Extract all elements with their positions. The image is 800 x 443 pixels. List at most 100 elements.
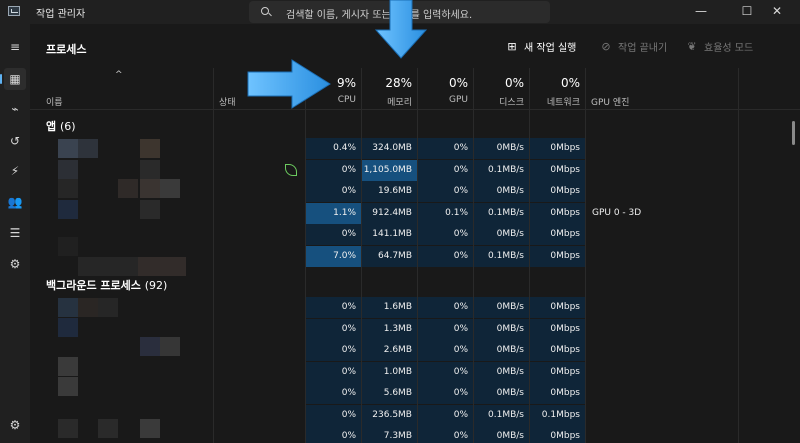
mem-cell: 1.3MB <box>362 318 417 340</box>
disk-cell: 0.1MB/s <box>474 404 529 426</box>
efficiency-mode-leaf-icon <box>285 163 297 176</box>
gpu-total-percent[interactable]: 0% <box>418 76 468 90</box>
column-header-gpu[interactable]: GPU <box>418 95 468 105</box>
table-row[interactable]: 0% 1.0MB 0% 0MB/s 0Mbps <box>30 361 800 384</box>
gpu-cell: 0% <box>418 181 473 202</box>
table-row[interactable]: 0.4% 324.0MB 0% 0MB/s 0Mbps <box>30 138 800 160</box>
table-row[interactable]: 0% 5.6MB 0% 0MB/s 0Mbps <box>30 383 800 405</box>
net-cell: 0Mbps <box>530 138 585 159</box>
gpu-engine-cell: GPU 0 - 3D <box>592 207 642 218</box>
mem-cell: 2.6MB <box>362 340 417 361</box>
hamburger-menu-icon[interactable]: ≡ <box>4 36 26 58</box>
new-task-button[interactable]: ⊞ 새 작업 실행 <box>506 39 576 54</box>
disk-cell: 0.1MB/s <box>474 245 529 267</box>
cpu-cell: 0.4% <box>306 138 361 159</box>
close-button[interactable]: ✕ <box>754 0 800 24</box>
column-header-row: ^ 이름 상태 9% CPU 28% 메모리 0% GPU 0% 디스크 0% … <box>30 68 800 110</box>
column-header-cpu[interactable]: CPU <box>306 95 356 105</box>
table-row[interactable]: 0% 141.1MB 0% 0MB/s 0Mbps <box>30 224 800 246</box>
table-row[interactable]: 0% 1.6MB 0% 0MB/s 0Mbps <box>30 297 800 319</box>
mem-cell: 64.7MB <box>362 245 417 267</box>
net-cell: 0Mbps <box>530 361 585 383</box>
startup-apps-icon[interactable]: ⚡ <box>4 160 26 182</box>
column-header-memory[interactable]: 메모리 <box>362 95 412 108</box>
gpu-cell: 0% <box>418 404 473 426</box>
window-title: 작업 관리자 <box>36 9 86 20</box>
new-task-icon: ⊞ <box>507 40 517 53</box>
table-row[interactable]: 0% 19.6MB 0% 0MB/s 0Mbps <box>30 181 800 203</box>
table-row[interactable]: 0% 236.5MB 0% 0.1MB/s 0.1Mbps <box>30 404 800 427</box>
end-task-button[interactable]: ⊘ 작업 끝내기 <box>600 39 667 54</box>
column-header-gpu-engine[interactable]: GPU 엔진 <box>591 95 629 108</box>
end-task-icon: ⊘ <box>601 40 611 53</box>
disk-cell: 0MB/s <box>474 383 529 404</box>
mem-cell: 5.6MB <box>362 383 417 404</box>
disk-cell: 0MB/s <box>474 361 529 383</box>
table-row[interactable]: 1.1% 912.4MB 0.1% 0.1MB/s 0Mbps GPU 0 - 3D <box>30 202 800 225</box>
gpu-engine-cell <box>586 362 738 383</box>
processes-icon[interactable]: ▦ <box>0 68 26 90</box>
table-row[interactable]: 0% 2.6MB 0% 0MB/s 0Mbps <box>30 340 800 362</box>
sort-ascending-icon[interactable]: ^ <box>115 70 123 80</box>
title-bar: 작업 관리자 검색할 이름, 게시자 또는 PID를 입력하세요. — ☐ ✕ <box>0 0 800 24</box>
settings-icon[interactable]: ⚙ <box>4 414 26 436</box>
gpu-cell: 0% <box>418 297 473 318</box>
performance-icon[interactable]: ⌁ <box>4 98 26 120</box>
navigation-sidebar: ≡ ▦ ⌁ ↺ ⚡ 👥 ☰ ⚙ ⚙ <box>0 24 30 443</box>
gpu-engine-cell <box>586 181 738 202</box>
page-title: 프로세스 <box>46 43 87 56</box>
table-row[interactable]: 0% 7.3MB 0% 0MB/s 0Mbps <box>30 426 800 443</box>
disk-total-percent[interactable]: 0% <box>474 76 524 90</box>
gpu-cell: 0% <box>418 245 473 267</box>
minimize-button[interactable]: — <box>678 0 724 24</box>
column-header-name[interactable]: 이름 <box>46 95 63 108</box>
group-title: 백그라운드 프로세스 <box>46 279 141 292</box>
gpu-engine-cell <box>586 405 738 426</box>
app-history-icon[interactable]: ↺ <box>4 130 26 152</box>
disk-cell: 0.1MB/s <box>474 159 529 181</box>
task-manager-app-icon <box>8 6 20 16</box>
memory-total-percent[interactable]: 28% <box>362 76 412 90</box>
cpu-cell: 0% <box>306 426 361 443</box>
cpu-cell: 0% <box>306 181 361 202</box>
table-row[interactable]: 7.0% 64.7MB 0% 0.1MB/s 0Mbps <box>30 245 800 268</box>
mem-cell: 912.4MB <box>362 202 417 224</box>
mem-cell: 19.6MB <box>362 181 417 202</box>
gpu-cell: 0% <box>418 340 473 361</box>
cpu-cell: 0% <box>306 224 361 245</box>
gpu-engine-cell <box>586 383 738 404</box>
net-cell: 0Mbps <box>530 340 585 361</box>
disk-cell: 0MB/s <box>474 426 529 443</box>
disk-cell: 0.1MB/s <box>474 202 529 224</box>
search-placeholder: 검색할 이름, 게시자 또는 PID를 입력하세요. <box>286 10 473 21</box>
mem-cell: 7.3MB <box>362 426 417 443</box>
mem-cell: 236.5MB <box>362 404 417 426</box>
group-header-background[interactable]: 백그라운드 프로세스 (92) <box>46 277 167 293</box>
column-header-network[interactable]: 네트워크 <box>530 95 580 108</box>
mem-cell: 141.1MB <box>362 224 417 245</box>
table-row[interactable]: 0% 1.3MB 0% 0MB/s 0Mbps <box>30 318 800 341</box>
group-header-apps[interactable]: 앱 (6) <box>46 118 76 134</box>
search-input[interactable]: 검색할 이름, 게시자 또는 PID를 입력하세요. <box>249 1 550 23</box>
disk-cell: 0MB/s <box>474 224 529 245</box>
cpu-total-percent[interactable]: 9% <box>306 76 356 90</box>
vertical-scrollbar[interactable] <box>792 121 795 145</box>
table-row[interactable]: 0% 1,105.0MB 0% 0.1MB/s 0Mbps <box>30 159 800 182</box>
efficiency-mode-button[interactable]: ❦ 효율성 모드 <box>686 39 753 54</box>
mem-cell: 1.6MB <box>362 297 417 318</box>
column-header-status[interactable]: 상태 <box>219 95 236 108</box>
column-header-disk[interactable]: 디스크 <box>474 95 524 108</box>
cpu-cell: 0% <box>306 383 361 404</box>
search-icon <box>261 7 269 15</box>
group-count: (92) <box>144 279 168 292</box>
services-icon[interactable]: ⚙ <box>4 253 26 275</box>
efficiency-mode-label: 효율성 모드 <box>704 43 754 54</box>
efficiency-mode-icon: ❦ <box>687 40 697 53</box>
disk-cell: 0MB/s <box>474 297 529 318</box>
users-icon[interactable]: 👥 <box>4 191 26 213</box>
net-cell: 0.1Mbps <box>530 404 585 426</box>
details-icon[interactable]: ☰ <box>4 222 26 244</box>
mem-cell: 1,105.0MB <box>362 159 417 181</box>
network-total-percent[interactable]: 0% <box>530 76 580 90</box>
disk-cell: 0MB/s <box>474 181 529 202</box>
